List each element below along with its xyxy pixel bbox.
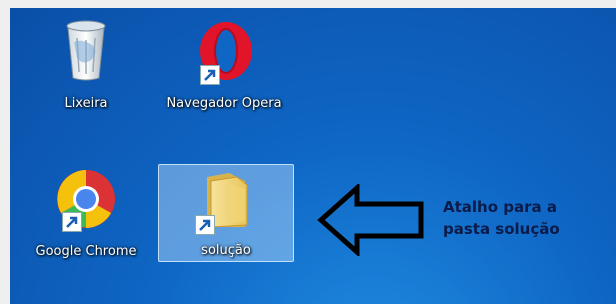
chrome-label: Google Chrome bbox=[35, 244, 137, 259]
desktop-icon-solucao-folder[interactable]: solução bbox=[158, 164, 294, 262]
annotation-line-1: Atalho para a bbox=[443, 198, 557, 216]
screenshot-frame: Lixeira Navegador Opera Google Chrome so… bbox=[0, 0, 616, 304]
desktop[interactable]: Lixeira Navegador Opera Google Chrome so… bbox=[10, 8, 616, 304]
shortcut-arrow-icon bbox=[195, 215, 215, 235]
desktop-icon-chrome[interactable]: Google Chrome bbox=[22, 168, 150, 268]
solucao-label: solução bbox=[201, 243, 251, 258]
desktop-icon-opera[interactable]: Navegador Opera bbox=[160, 10, 288, 120]
recycle-bin-label: Lixeira bbox=[64, 96, 108, 111]
annotation-text: Atalho para a pasta solução bbox=[443, 196, 560, 240]
annotation-line-2: pasta solução bbox=[443, 220, 560, 238]
shortcut-arrow-icon bbox=[200, 65, 220, 85]
left-arrow-annotation-icon bbox=[317, 184, 424, 256]
desktop-icon-recycle-bin[interactable]: Lixeira bbox=[22, 10, 150, 120]
recycle-bin-icon bbox=[66, 20, 106, 81]
shortcut-arrow-icon bbox=[62, 212, 82, 232]
opera-label: Navegador Opera bbox=[166, 96, 282, 111]
